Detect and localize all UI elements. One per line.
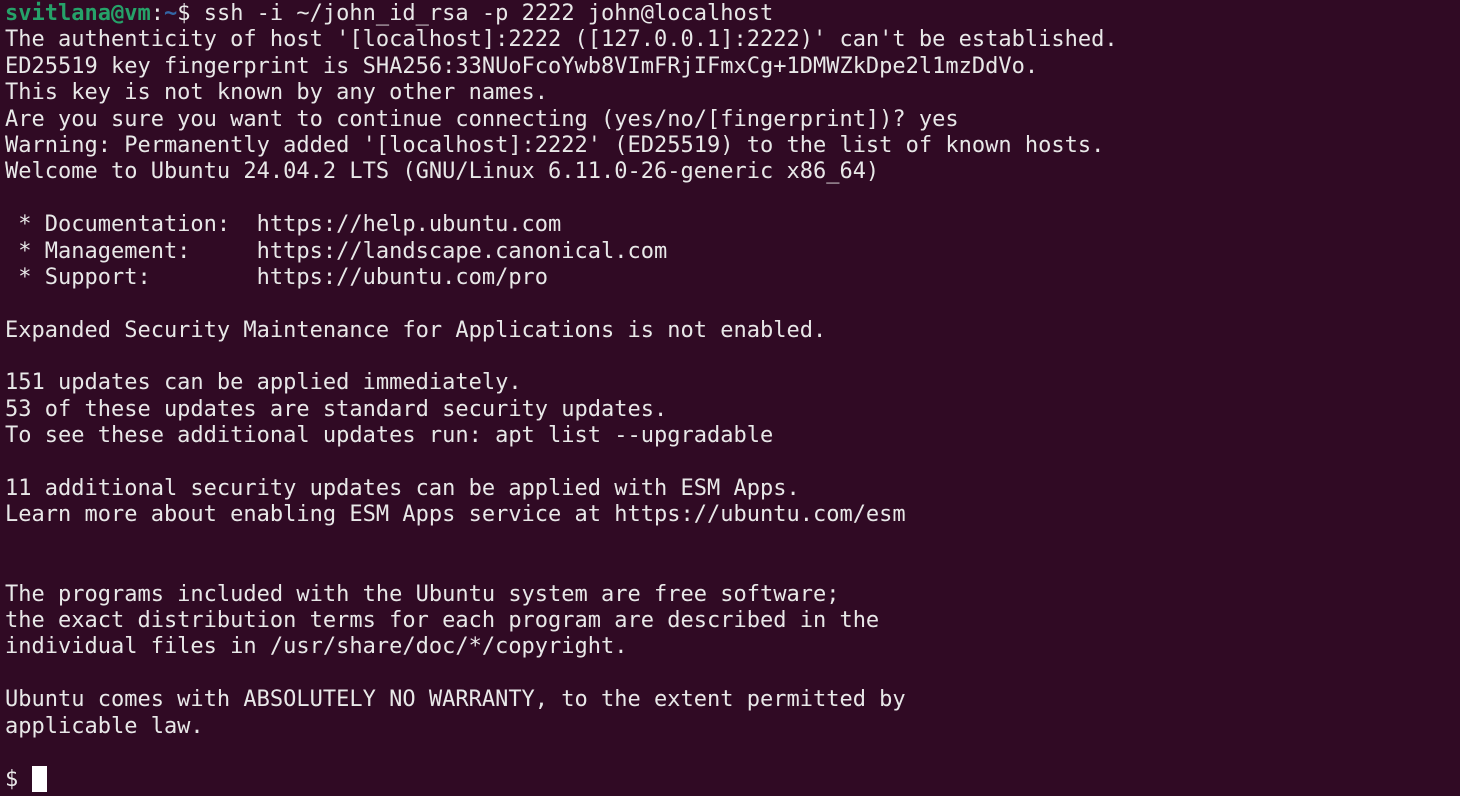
output-line: * Management: https://landscape.canonica…	[5, 238, 668, 264]
prompt-symbol: $	[177, 1, 191, 26]
output-line: Welcome to Ubuntu 24.04.2 LTS (GNU/Linux…	[5, 159, 880, 185]
output-line: Are you sure you want to continue connec…	[5, 106, 959, 132]
text-cursor[interactable]	[31, 766, 47, 793]
output-line: To see these additional updates run: apt…	[5, 423, 774, 449]
remote-prompt-symbol: $	[5, 767, 32, 793]
prompt-path: ~	[163, 1, 178, 26]
prompt-user-host: svitlana@vm	[5, 1, 151, 26]
output-line: the exact distribution terms for each pr…	[5, 607, 880, 633]
output-line: Warning: Permanently added '[localhost]:…	[5, 132, 1105, 158]
output-line: 11 additional security updates can be ap…	[5, 476, 800, 502]
output-line: * Documentation: https://help.ubuntu.com	[5, 212, 562, 238]
output-line: individual files in /usr/share/doc/*/cop…	[5, 634, 628, 660]
output-line: ED25519 key fingerprint is SHA256:33NUoF…	[5, 53, 1039, 79]
local-prompt-line: svitlana@vm:~$ ssh -i ~/john_id_rsa -p 2…	[5, 1, 1460, 27]
output-line: Learn more about enabling ESM Apps servi…	[5, 502, 906, 528]
output-line: applicable law.	[5, 713, 204, 739]
terminal-output: The authenticity of host '[localhost]:22…	[5, 27, 1460, 766]
output-line: The programs included with the Ubuntu sy…	[5, 581, 840, 607]
output-line: This key is not known by any other names…	[5, 80, 549, 106]
output-line: The authenticity of host '[localhost]:22…	[5, 27, 1118, 53]
output-line: 53 of these updates are standard securit…	[5, 396, 668, 422]
ssh-command: ssh -i ~/john_id_rsa -p 2222 john@localh…	[190, 1, 774, 26]
output-line: 151 updates can be applied immediately.	[5, 370, 522, 396]
terminal-window[interactable]: svitlana@vm:~$ ssh -i ~/john_id_rsa -p 2…	[0, 0, 1460, 796]
output-line: * Support: https://ubuntu.com/pro	[5, 264, 549, 290]
prompt-separator: :	[150, 1, 164, 26]
remote-prompt-line[interactable]: $	[5, 766, 1460, 793]
output-line: Expanded Security Maintenance for Applic…	[5, 317, 827, 343]
output-line: Ubuntu comes with ABSOLUTELY NO WARRANTY…	[5, 687, 906, 713]
